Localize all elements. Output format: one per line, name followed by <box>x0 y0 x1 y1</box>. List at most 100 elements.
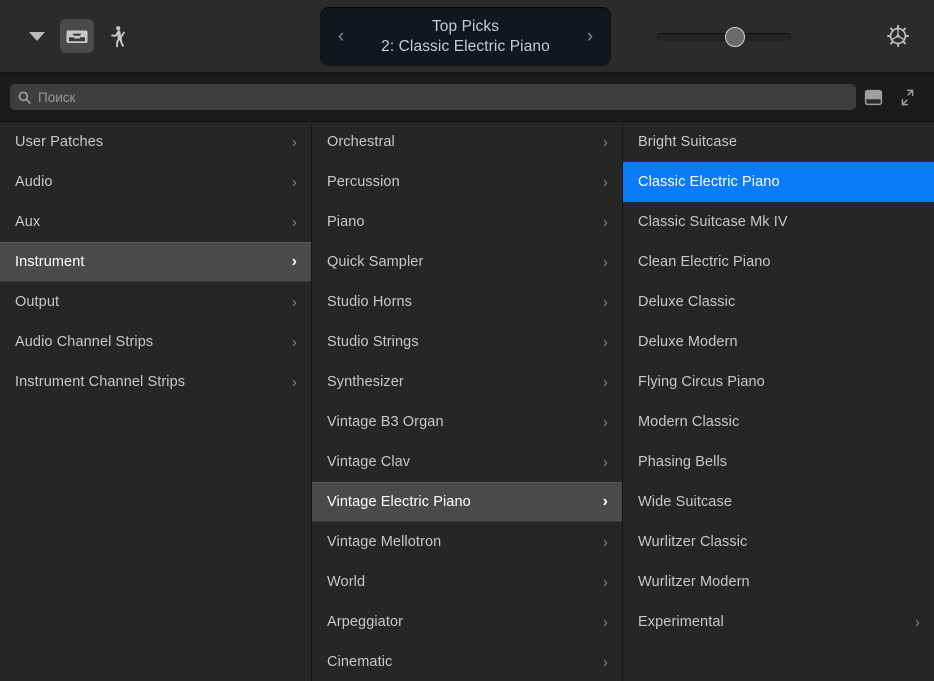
list-item[interactable]: Instrument› <box>0 242 311 282</box>
list-item-label: Output <box>15 294 284 310</box>
list-item[interactable]: Deluxe Modern <box>623 322 934 362</box>
list-item[interactable]: Studio Horns› <box>312 282 622 322</box>
list-item[interactable]: Vintage Mellotron› <box>312 522 622 562</box>
list-item[interactable]: Vintage Clav › <box>312 442 622 482</box>
list-item-label: Studio Horns <box>327 294 595 310</box>
next-patch-button[interactable]: › <box>583 27 597 46</box>
library-button[interactable] <box>60 19 94 53</box>
performer-button[interactable] <box>100 19 134 53</box>
list-item[interactable]: Clean Electric Piano <box>623 242 934 282</box>
list-item[interactable]: World › <box>312 562 622 602</box>
column-patches[interactable]: Bright Suitcase Classic Electric Piano Cla… <box>622 122 934 681</box>
triangle-down-icon-button[interactable] <box>20 19 54 53</box>
panel-layout-button[interactable] <box>856 80 890 114</box>
settings-button[interactable] <box>880 18 916 54</box>
chevron-right-icon: › <box>603 135 608 150</box>
list-item[interactable]: Audio › <box>0 162 311 202</box>
lcd-text-group: Top Picks 2: Classic Electric Piano <box>348 17 583 57</box>
list-item-label: Synthesizer <box>327 374 595 390</box>
list-item[interactable]: Orchestral › <box>312 122 622 162</box>
list-item-label: Quick Sampler <box>327 254 595 270</box>
list-item-label: Classic Suitcase Mk IV <box>638 214 920 230</box>
search-field[interactable] <box>10 84 856 110</box>
list-item[interactable]: Instrument Channel Strips› <box>0 362 311 402</box>
list-item[interactable]: Wurlitzer Classic <box>623 522 934 562</box>
gear-icon <box>885 23 911 49</box>
chevron-right-icon: › <box>603 375 608 390</box>
toolbar-left-group <box>0 19 134 53</box>
list-item[interactable]: Modern Classic <box>623 402 934 442</box>
list-item[interactable]: Synthesizer › <box>312 362 622 402</box>
list-item[interactable]: Aux› <box>0 202 311 242</box>
search-row <box>0 73 934 121</box>
search-icon <box>18 91 31 104</box>
list-item[interactable]: Bright Suitcase <box>623 122 934 162</box>
chevron-right-icon: › <box>603 575 608 590</box>
list-item-label: Studio Strings <box>327 334 595 350</box>
chevron-right-icon: › <box>292 175 297 190</box>
list-item[interactable]: Studio Strings › <box>312 322 622 362</box>
list-item-label: Wide Suitcase <box>638 494 920 510</box>
list-item-label: Vintage B3 Organ <box>327 414 595 430</box>
list-item-label: Instrument <box>15 254 284 270</box>
list-item-label: Cinematic <box>327 654 595 670</box>
list-item-label: World <box>327 574 595 590</box>
chevron-right-icon: › <box>603 494 608 510</box>
triangle-down-icon <box>29 32 45 41</box>
list-item-label: Arpeggiator <box>327 614 595 630</box>
list-item[interactable]: User Patches› <box>0 122 311 162</box>
list-item-label: Wurlitzer Modern <box>638 574 920 590</box>
slider-thumb[interactable] <box>725 27 745 47</box>
list-item[interactable]: Phasing Bells <box>623 442 934 482</box>
list-item[interactable]: Classic Electric Piano <box>623 162 934 202</box>
list-item[interactable]: Arpeggiator › <box>312 602 622 642</box>
list-item[interactable]: Cinematic › <box>312 642 622 681</box>
list-item-label: Audio <box>15 174 284 190</box>
chevron-right-icon: › <box>292 135 297 150</box>
chevron-right-icon: › <box>603 335 608 350</box>
list-item-label: Vintage Mellotron <box>327 534 595 550</box>
list-item-label: Clean Electric Piano <box>638 254 920 270</box>
list-item-label: Modern Classic <box>638 414 920 430</box>
list-item[interactable]: Percussion› <box>312 162 622 202</box>
column-categories[interactable]: User Patches›Audio›Aux›Instrument›Output… <box>0 122 311 681</box>
slider-track[interactable] <box>657 33 791 41</box>
column-instrument-types[interactable]: Orchestral›Percussion›Piano›Quick Sample… <box>311 122 622 681</box>
list-item-label: Instrument Channel Strips <box>15 374 284 390</box>
list-item[interactable]: Deluxe Classic <box>623 282 934 322</box>
library-browser-window: ‹ Top Picks 2: Classic Electric Piano › <box>0 0 934 681</box>
list-item-label: Flying Circus Piano <box>638 374 920 390</box>
list-item-label: Classic Electric Piano <box>638 174 920 190</box>
chevron-right-icon: › <box>603 615 608 630</box>
volume-slider[interactable] <box>657 28 791 46</box>
list-item[interactable]: Quick Sampler› <box>312 242 622 282</box>
top-toolbar: ‹ Top Picks 2: Classic Electric Piano › <box>0 0 934 73</box>
chevron-right-icon: › <box>292 215 297 230</box>
list-item[interactable]: Piano› <box>312 202 622 242</box>
chevron-right-icon: › <box>292 295 297 310</box>
list-item[interactable]: Flying Circus Piano <box>623 362 934 402</box>
chevron-right-icon: › <box>603 455 608 470</box>
list-item[interactable]: Wurlitzer Modern <box>623 562 934 602</box>
list-item-label: Deluxe Classic <box>638 294 920 310</box>
chevron-right-icon: › <box>915 615 920 630</box>
lcd-panel[interactable]: ‹ Top Picks 2: Classic Electric Piano › <box>320 7 611 66</box>
chevron-right-icon: › <box>603 655 608 670</box>
list-item-label: Vintage Electric Piano <box>327 494 595 510</box>
list-item[interactable]: Output › <box>0 282 311 322</box>
list-item[interactable]: Experimental› <box>623 602 934 642</box>
list-item[interactable]: Classic Suitcase Mk IV <box>623 202 934 242</box>
previous-patch-button[interactable]: ‹ <box>334 27 348 46</box>
chevron-right-icon: › <box>603 215 608 230</box>
list-item[interactable]: Vintage B3 Organ› <box>312 402 622 442</box>
list-item[interactable]: Vintage Electric Piano › <box>312 482 622 522</box>
list-item-label: Orchestral <box>327 134 595 150</box>
chevron-right-icon: › <box>292 335 297 350</box>
list-item-label: Phasing Bells <box>638 454 920 470</box>
list-item[interactable]: Audio Channel Strips› <box>0 322 311 362</box>
panel-layout-icon <box>864 89 883 106</box>
search-input[interactable] <box>38 90 848 105</box>
list-item[interactable]: Wide Suitcase <box>623 482 934 522</box>
collapse-panels-button[interactable] <box>890 80 924 114</box>
list-item-label: Vintage Clav <box>327 454 595 470</box>
